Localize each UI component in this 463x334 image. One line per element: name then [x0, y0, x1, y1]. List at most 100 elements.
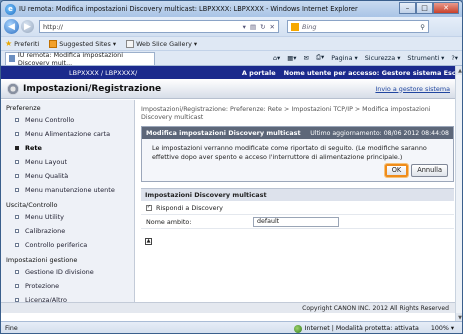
- stop-icon[interactable]: ✕: [270, 23, 275, 31]
- fav-web-slice-gallery[interactable]: Web Slice Gallery ▾: [126, 39, 197, 48]
- status-text: Fine: [5, 325, 18, 332]
- favorites-button[interactable]: ★ Preferiti: [5, 39, 39, 48]
- globe-icon: [293, 324, 302, 333]
- section-title: Impostazioni Discovery multicast: [141, 189, 454, 201]
- bullet-icon: [15, 160, 19, 164]
- user-info[interactable]: Nome utente per accesso: Gestore sistema…: [284, 69, 458, 77]
- tab-row: IU remota: Modifica impostazioni Discove…: [1, 50, 462, 67]
- refresh-icon[interactable]: ↻: [260, 23, 265, 31]
- bullet-icon: [15, 215, 19, 219]
- search-icon[interactable]: ⚲: [420, 23, 428, 31]
- settings-section: Impostazioni Discovery multicast ✓ Rispo…: [141, 188, 454, 229]
- address-row: ◀ ▶ http:// ▾ ▤ ↻ ✕ Bing ⚲: [1, 17, 462, 36]
- print-icon[interactable]: ⎙▾: [316, 53, 324, 62]
- bullet-icon: [15, 270, 19, 274]
- respond-checkbox[interactable]: ✓: [146, 204, 152, 211]
- maximize-button[interactable]: □: [416, 2, 433, 14]
- sidebar-item-calibrazione[interactable]: Calibrazione: [1, 224, 134, 238]
- scroll-down-icon[interactable]: ▼: [456, 313, 462, 321]
- zoom-level[interactable]: 100% ▾: [431, 325, 454, 332]
- home-icon[interactable]: ⌂▾: [273, 54, 280, 62]
- edit-panel: Modifica impostazioni Discovery multicas…: [141, 126, 454, 182]
- bullet-icon: [15, 243, 19, 247]
- panel-title: Modifica impostazioni Discovery multicas…: [146, 129, 301, 137]
- vertical-scrollbar[interactable]: ▲ ▼: [455, 66, 462, 321]
- sidebar-item-menu-qualita[interactable]: Menu Qualità: [1, 169, 134, 183]
- sidebar-item-protezione[interactable]: Protezione: [1, 279, 134, 293]
- window-title: IU remota: Modifica impostazioni Discove…: [19, 5, 358, 13]
- back-to-top-icon[interactable]: ▲: [145, 238, 152, 245]
- respond-row: ✓ Rispondi a Discovery: [141, 201, 454, 215]
- back-arrow-icon[interactable]: ◀: [4, 19, 19, 34]
- bullet-icon: [15, 118, 19, 122]
- send-to-system-manager-link[interactable]: Invio a gestore sistema: [375, 85, 450, 93]
- page-favicon-icon: [9, 55, 15, 62]
- page-menu[interactable]: Pagina ▾: [331, 54, 358, 62]
- sidebar-item-menu-alimentazione-carta[interactable]: Menu Alimentazione carta: [1, 127, 134, 141]
- address-bar[interactable]: http:// ▾ ▤ ↻ ✕: [39, 20, 279, 33]
- browser-window: e IU remota: Modifica impostazioni Disco…: [0, 0, 463, 334]
- sidebar: Preferenze Menu Controllo Menu Alimentaz…: [1, 100, 135, 309]
- page-content: LBPXXXX / LBPXXXX/ A portale Nome utente…: [1, 65, 462, 321]
- info-message: Le impostazioni verranno modificate come…: [152, 144, 427, 161]
- bullet-icon: [15, 146, 19, 150]
- page-title: Impostazioni/Registrazione: [23, 83, 162, 94]
- panel-header: Modifica impostazioni Discovery multicas…: [142, 127, 453, 139]
- top-band: LBPXXXX / LBPXXXX/ A portale Nome utente…: [1, 66, 462, 79]
- fav-suggested-sites[interactable]: Suggested Sites ▾: [49, 39, 116, 48]
- scope-label: Nome ambito:: [146, 217, 192, 226]
- sidebar-item-rete[interactable]: Rete: [1, 141, 134, 155]
- help-menu[interactable]: ?▾: [451, 54, 458, 62]
- suggested-sites-icon: [49, 39, 58, 48]
- page-header: Impostazioni/Registrazione Invio a gesto…: [1, 79, 462, 99]
- title-bar: e IU remota: Modifica impostazioni Disco…: [1, 1, 462, 17]
- mail-icon[interactable]: ✉: [304, 54, 309, 62]
- status-bar: Fine Internet | Modalità protetta: attiv…: [1, 321, 462, 333]
- command-bar: ⌂▾ ▦▾ ✉ ⎙▾ Pagina ▾ Sicurezza ▾ Strument…: [273, 53, 458, 62]
- tools-menu[interactable]: Strumenti ▾: [407, 54, 444, 62]
- sidebar-section-preferenze: Preferenze: [6, 104, 41, 112]
- scope-row: Nome ambito: default: [141, 215, 454, 229]
- sidebar-section-uscita-controllo: Uscita/Controllo: [6, 201, 58, 209]
- zone-text: Internet | Modalità protetta: attivata: [304, 325, 419, 332]
- bullet-icon: [15, 188, 19, 192]
- ie-logo-icon: e: [5, 3, 16, 15]
- web-slice-icon: [126, 39, 135, 48]
- main-content: Impostazioni/Registrazione: Preferenze: …: [141, 100, 454, 245]
- ok-button[interactable]: OK: [383, 163, 410, 178]
- security-zone[interactable]: Internet | Modalità protetta: attivata: [293, 324, 419, 333]
- cancel-button[interactable]: Annulla: [411, 164, 448, 177]
- search-placeholder: Bing: [302, 22, 317, 31]
- dropdown-icon[interactable]: ▾: [243, 23, 246, 31]
- star-icon: ★: [5, 39, 13, 48]
- sidebar-item-menu-layout[interactable]: Menu Layout: [1, 155, 134, 169]
- browser-tab[interactable]: IU remota: Modifica impostazioni Discove…: [5, 51, 155, 67]
- bullet-icon: [15, 284, 19, 288]
- scroll-up-icon[interactable]: ▲: [456, 66, 462, 75]
- gear-icon: [7, 82, 19, 95]
- scope-name-field[interactable]: default: [253, 216, 339, 227]
- last-update: Ultimo aggiornamento: 08/06 2012 08:44:0…: [310, 129, 449, 137]
- close-button[interactable]: ✕: [433, 2, 459, 14]
- portal-link[interactable]: A portale: [242, 69, 276, 77]
- copyright-footer: Copyright CANON INC. 2012 All Rights Res…: [1, 302, 455, 313]
- feeds-icon[interactable]: ▦▾: [287, 54, 296, 62]
- breadcrumb: Impostazioni/Registrazione: Preferenze: …: [141, 106, 431, 121]
- respond-label: Rispondi a Discovery: [156, 203, 223, 212]
- bing-logo-icon: [291, 22, 299, 31]
- sidebar-item-menu-utility[interactable]: Menu Utility: [1, 210, 134, 224]
- sidebar-item-menu-controllo[interactable]: Menu Controllo: [1, 113, 134, 127]
- sidebar-item-menu-manutenzione-utente[interactable]: Menu manutenzione utente: [1, 183, 134, 197]
- sidebar-item-controllo-periferica[interactable]: Controllo periferica: [1, 238, 134, 252]
- panel-body: Le impostazioni verranno modificate come…: [142, 139, 453, 181]
- sidebar-section-impostazioni-gestione: Impostazioni gestione: [6, 256, 78, 264]
- forward-arrow-icon[interactable]: ▶: [21, 20, 34, 33]
- minimize-button[interactable]: –: [399, 2, 416, 14]
- compat-icon[interactable]: ▤: [250, 23, 256, 31]
- security-menu[interactable]: Sicurezza ▾: [365, 54, 401, 62]
- printer-model: LBPXXXX / LBPXXXX/: [69, 68, 138, 77]
- sidebar-item-gestione-id-divisione[interactable]: Gestione ID divisione: [1, 265, 134, 279]
- address-text: http://: [43, 22, 63, 31]
- search-box[interactable]: Bing ⚲: [287, 20, 429, 33]
- favorites-bar: ★ Preferiti Suggested Sites ▾ Web Slice G…: [1, 36, 462, 50]
